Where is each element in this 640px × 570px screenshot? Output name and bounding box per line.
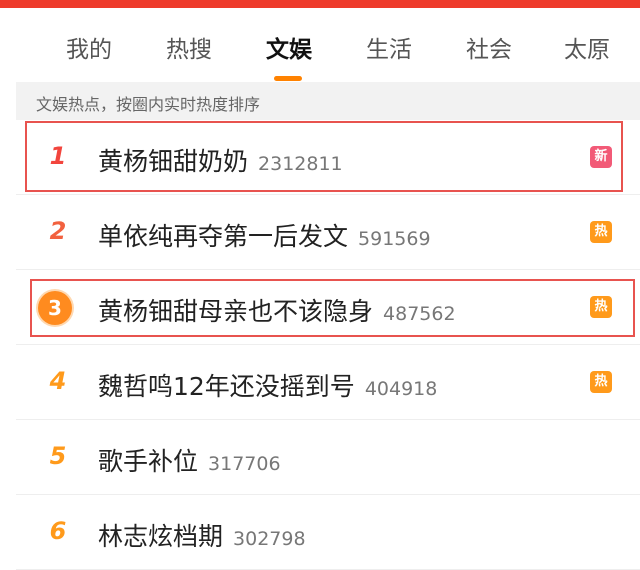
new-badge-icon: 新 <box>590 146 612 168</box>
list-item[interactable]: 1 黄杨钿甜奶奶 2312811 新 <box>16 120 640 195</box>
item-title-text: 单依纯再夺第一后发文 <box>98 222 349 251</box>
active-tab-indicator <box>274 76 302 81</box>
info-text: 文娱热点，按圈内实时热度排序 <box>36 95 261 114</box>
item-title: 魏哲鸣12年还没摇到号 404918 <box>98 367 437 403</box>
list-item[interactable]: 3 黄杨钿甜母亲也不该隐身 487562 热 <box>16 270 640 345</box>
tab-life[interactable]: 生活 <box>366 30 412 64</box>
item-count: 302798 <box>233 528 306 550</box>
item-count: 2312811 <box>258 153 343 175</box>
hot-badge-icon: 热 <box>590 221 612 243</box>
item-title-text: 黄杨钿甜奶奶 <box>98 147 249 176</box>
rank-number: 4 <box>49 367 67 395</box>
rank-number: 2 <box>49 217 67 245</box>
item-title: 歌手补位 317706 <box>98 442 281 478</box>
hot-badge-icon: 热 <box>590 371 612 393</box>
item-count: 591569 <box>358 228 431 250</box>
list-item[interactable]: 4 魏哲鸣12年还没摇到号 404918 热 <box>16 345 640 420</box>
list-item[interactable]: 2 单依纯再夺第一后发文 591569 热 <box>16 195 640 270</box>
item-title: 林志炫档期 302798 <box>98 517 306 553</box>
tab-mine[interactable]: 我的 <box>66 30 112 64</box>
top-accent-bar <box>0 0 640 8</box>
item-title-text: 魏哲鸣12年还没摇到号 <box>98 372 355 401</box>
item-count: 487562 <box>383 303 456 325</box>
rank-number: 1 <box>49 142 67 170</box>
rank-3-medal-icon: 3 <box>38 291 72 325</box>
list-item[interactable]: 5 歌手补位 317706 <box>16 420 640 495</box>
item-title-text: 林志炫档期 <box>98 522 224 551</box>
item-title-text: 歌手补位 <box>98 447 199 476</box>
item-count: 404918 <box>364 378 438 400</box>
item-title: 单依纯再夺第一后发文 591569 <box>98 217 431 253</box>
hot-badge-icon: 热 <box>590 296 612 318</box>
rank-number: 5 <box>49 442 67 470</box>
tab-taiyuan[interactable]: 太原 <box>564 30 610 64</box>
item-title: 黄杨钿甜奶奶 2312811 <box>98 142 343 178</box>
item-title: 黄杨钿甜母亲也不该隐身 487562 <box>98 292 456 328</box>
rank-number: 6 <box>49 517 67 545</box>
tab-entertainment[interactable]: 文娱 <box>266 30 312 64</box>
info-bar: 文娱热点，按圈内实时热度排序 <box>16 82 640 120</box>
tab-hot-search[interactable]: 热搜 <box>166 30 212 64</box>
tab-society[interactable]: 社会 <box>466 30 512 64</box>
item-title-text: 黄杨钿甜母亲也不该隐身 <box>98 297 374 326</box>
list-item[interactable]: 6 林志炫档期 302798 <box>16 495 640 570</box>
rank-number: 3 <box>48 296 62 320</box>
category-tabs: 我的 热搜 文娱 生活 社会 太原 <box>16 8 640 82</box>
item-count: 317706 <box>208 453 281 475</box>
